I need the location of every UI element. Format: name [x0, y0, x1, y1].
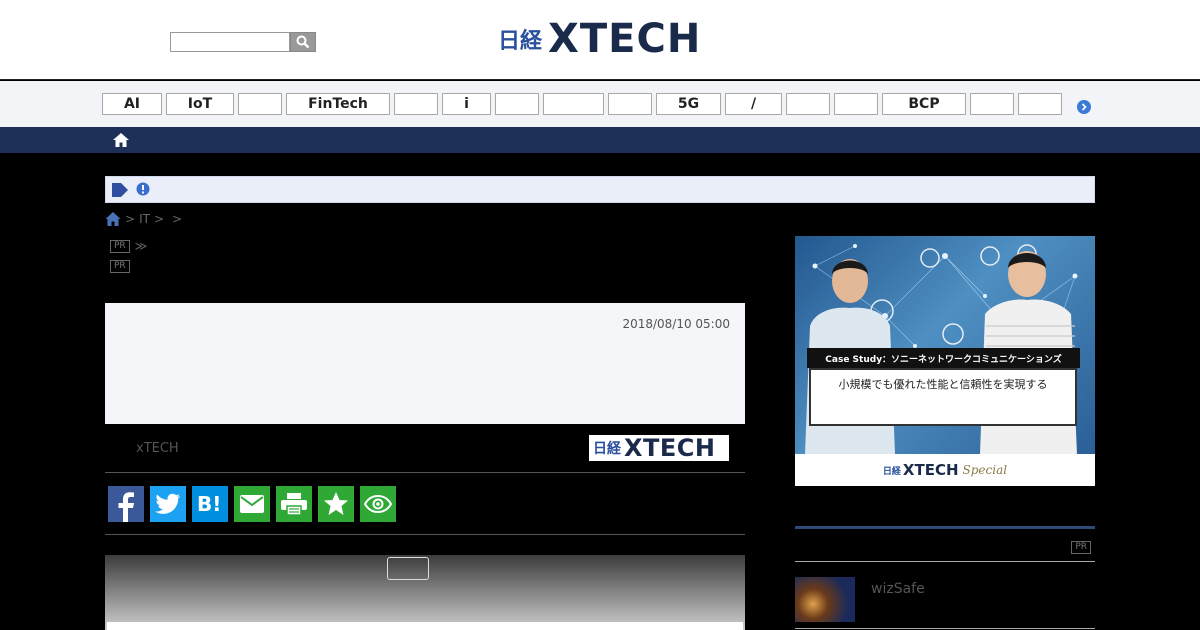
share-buttons-row: B!: [105, 474, 745, 535]
tag-13[interactable]: [834, 93, 878, 115]
tag-fintech[interactable]: FinTech: [286, 93, 390, 115]
logo-xtech-text: XTECH: [548, 16, 702, 62]
article-date: 2018/08/10 05:00: [622, 317, 730, 331]
home-nav-link[interactable]: [112, 131, 130, 149]
mail-icon: [240, 495, 264, 513]
ad-footer-jp: 日経: [882, 466, 901, 477]
tag-7[interactable]: [495, 93, 539, 115]
image-bottom-strip: [107, 622, 743, 630]
tag-5[interactable]: [394, 93, 438, 115]
tag-iot[interactable]: IoT: [166, 93, 234, 115]
sidebar-list-item[interactable]: wizSafe: [795, 577, 1095, 623]
home-icon: [113, 133, 129, 147]
breadcrumb-separator: >: [125, 212, 136, 226]
notice-bar: [105, 176, 1095, 203]
article-image-area: [105, 555, 745, 630]
ad-footer: 日経 XTECH Special: [795, 454, 1095, 486]
tag-3[interactable]: [238, 93, 282, 115]
home-icon[interactable]: [105, 211, 121, 227]
tag-i[interactable]: i: [442, 93, 491, 115]
logo-jp-text: 日経: [498, 29, 543, 54]
sidebar-item-thumbnail: [795, 577, 855, 622]
article-source-row: xTECH 日経 XTECH: [105, 425, 745, 473]
tag-slash[interactable]: /: [725, 93, 782, 115]
share-hatena-button[interactable]: B!: [192, 486, 228, 522]
share-facebook-button[interactable]: [108, 486, 144, 522]
tag-15[interactable]: [970, 93, 1014, 115]
image-expand-button[interactable]: [387, 557, 429, 580]
pr-link[interactable]: PR: [110, 260, 130, 273]
source-logo-xtech: XTECH: [624, 434, 716, 462]
tag-ai[interactable]: AI: [102, 93, 162, 115]
ad-subtitle: 小規模でも優れた性能と信頼性を実現する: [838, 378, 1048, 391]
ad-case-label: Case Study：ソニーネットワークコミュニケーションズ: [807, 348, 1080, 368]
search-box: [170, 32, 316, 52]
site-header: 日経 XTECH: [0, 0, 1200, 80]
print-icon: [281, 493, 307, 516]
ad-footer-special: Special: [962, 463, 1008, 477]
breadcrumb-separator: >: [153, 212, 164, 226]
article-header: 2018/08/10 05:00: [105, 303, 745, 424]
search-button[interactable]: [290, 32, 316, 52]
breadcrumb: > IT > >: [105, 211, 186, 227]
print-button[interactable]: [276, 486, 312, 522]
hatena-bookmark-icon: B!: [197, 492, 221, 516]
search-icon: [296, 35, 310, 49]
pr-badge: PR: [1071, 541, 1091, 554]
svg-text:B!: B!: [197, 492, 221, 516]
site-logo[interactable]: 日経 XTECH: [498, 16, 702, 62]
bookmark-star-button[interactable]: [318, 486, 354, 522]
pr-badge: PR: [110, 260, 130, 273]
share-twitter-button[interactable]: [150, 486, 186, 522]
star-icon: [324, 492, 348, 515]
chevron-right-icon: [1081, 103, 1087, 111]
tag-12[interactable]: [786, 93, 830, 115]
source-name: xTECH: [136, 441, 179, 456]
tag-next-button[interactable]: [1077, 100, 1091, 114]
main-nav-bar: [0, 127, 1200, 153]
sidebar-pr-section-header: PR: [795, 526, 1095, 562]
breadcrumb-separator: >: [172, 212, 183, 226]
speaker-icon: [112, 183, 128, 197]
share-mail-button[interactable]: [234, 486, 270, 522]
tag-8[interactable]: [543, 93, 604, 115]
ad-footer-xtech: XTECH: [902, 461, 959, 479]
pr-link[interactable]: PR ≫: [110, 239, 147, 253]
source-logo-jp: 日経: [593, 441, 621, 457]
watch-button[interactable]: [360, 486, 396, 522]
tag-9[interactable]: [608, 93, 652, 115]
tag-bcp[interactable]: BCP: [882, 93, 966, 115]
sidebar-divider: [795, 628, 1095, 629]
alert-icon: [136, 182, 150, 196]
source-logo: 日経 XTECH: [589, 434, 729, 462]
ad-text-box: 小規模でも優れた性能と信頼性を実現する: [809, 368, 1077, 426]
tag-5g[interactable]: 5G: [656, 93, 721, 115]
pr-link-arrow: ≫: [134, 239, 148, 253]
pr-badge: PR: [110, 239, 130, 253]
sidebar-item-title: wizSafe: [871, 581, 925, 597]
search-input[interactable]: [170, 32, 290, 52]
breadcrumb-item[interactable]: IT: [139, 212, 150, 226]
twitter-icon: [155, 493, 180, 514]
sidebar-ad-banner[interactable]: Case Study：ソニーネットワークコミュニケーションズ 小規模でも優れた性…: [795, 236, 1095, 486]
tag-16[interactable]: [1018, 93, 1062, 115]
facebook-icon: [118, 492, 134, 522]
eye-icon: [364, 495, 392, 513]
